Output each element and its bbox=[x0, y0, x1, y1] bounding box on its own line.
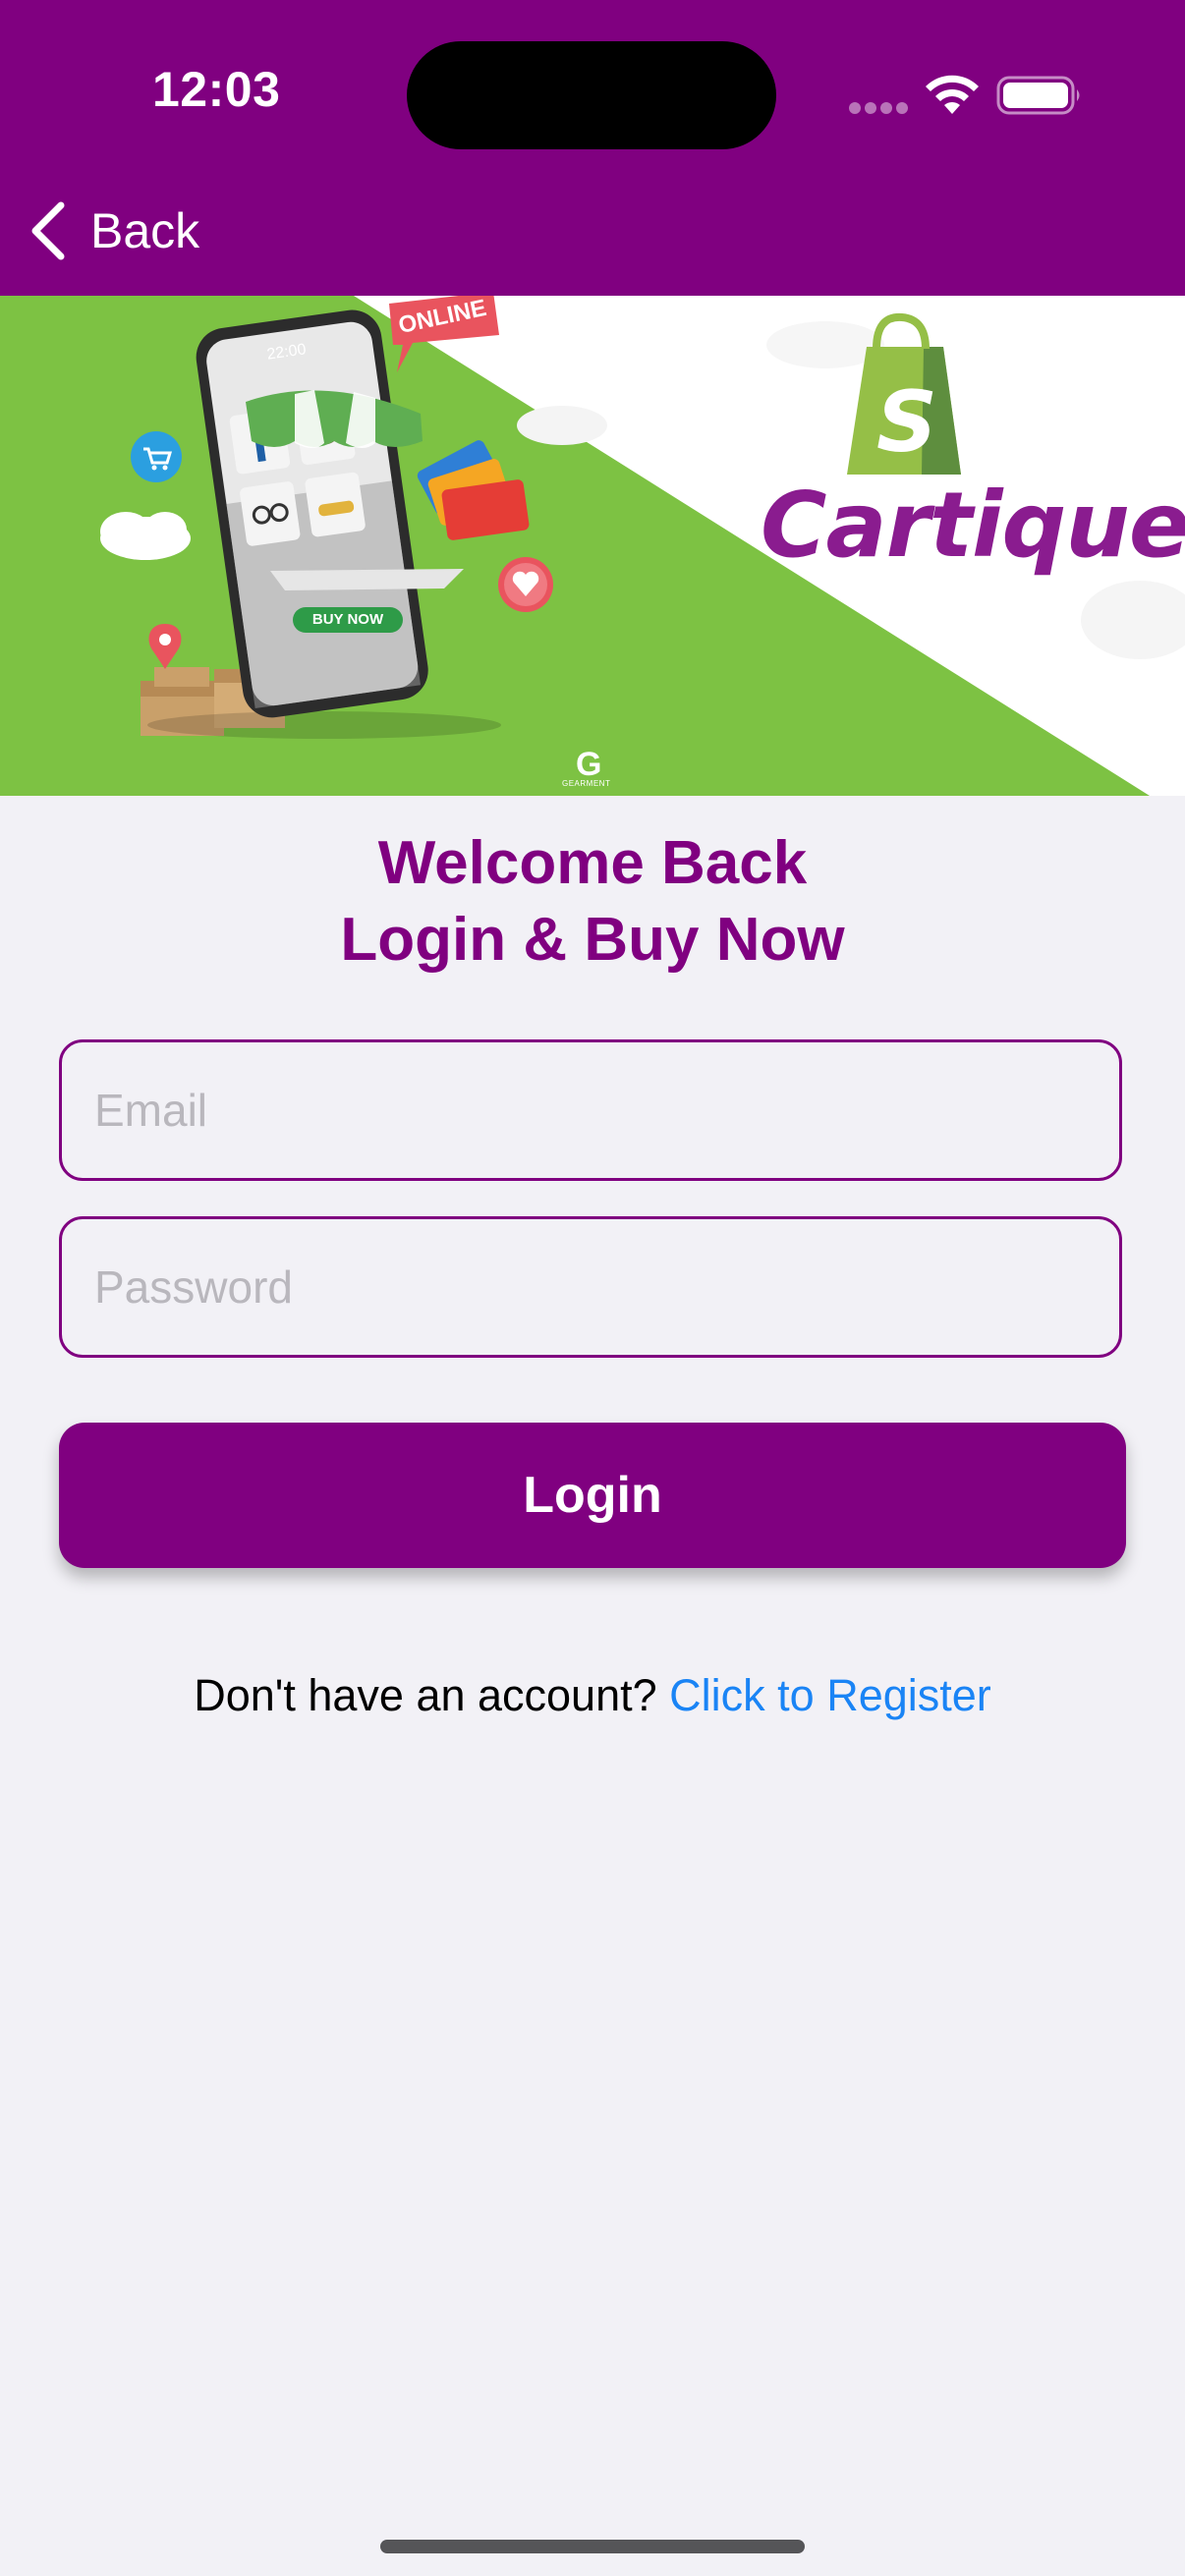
brand-name: Cartique bbox=[761, 473, 1185, 578]
wifi-icon bbox=[926, 75, 979, 114]
chevron-left-icon bbox=[31, 201, 65, 260]
back-label: Back bbox=[90, 203, 200, 258]
email-field[interactable] bbox=[59, 1039, 1122, 1181]
heart-icon bbox=[498, 557, 553, 612]
battery-icon bbox=[996, 76, 1080, 115]
cart-icon bbox=[131, 431, 182, 482]
promo-banner: 22:00 G S ONLINE BUY NOW GEARMENT Cartiq… bbox=[0, 296, 1185, 796]
welcome-line-1: Welcome Back bbox=[377, 829, 808, 897]
buy-now-label: BUY NOW bbox=[311, 611, 384, 628]
register-link[interactable]: Click to Register bbox=[669, 1670, 991, 1720]
status-time: 12:03 bbox=[152, 62, 281, 117]
password-field[interactable] bbox=[59, 1216, 1122, 1358]
welcome-heading: Welcome Back Login & Buy Now bbox=[0, 825, 1185, 979]
back-button[interactable]: Back bbox=[20, 192, 216, 270]
register-row: Don't have an account? Click to Register bbox=[0, 1670, 1185, 1721]
home-indicator[interactable] bbox=[380, 2540, 805, 2553]
login-button-label: Login bbox=[523, 1467, 662, 1524]
welcome-line-2: Login & Buy Now bbox=[340, 906, 845, 974]
cloud-icon bbox=[100, 512, 191, 560]
watermark-label: GEARMENT bbox=[562, 779, 611, 788]
login-button[interactable]: Login bbox=[59, 1423, 1126, 1568]
app-header: 12:03 Back bbox=[0, 0, 1185, 296]
svg-text:G: G bbox=[576, 746, 601, 783]
dynamic-island bbox=[407, 41, 776, 149]
register-prompt: Don't have an account? bbox=[194, 1670, 657, 1720]
svg-text:S: S bbox=[876, 373, 937, 472]
